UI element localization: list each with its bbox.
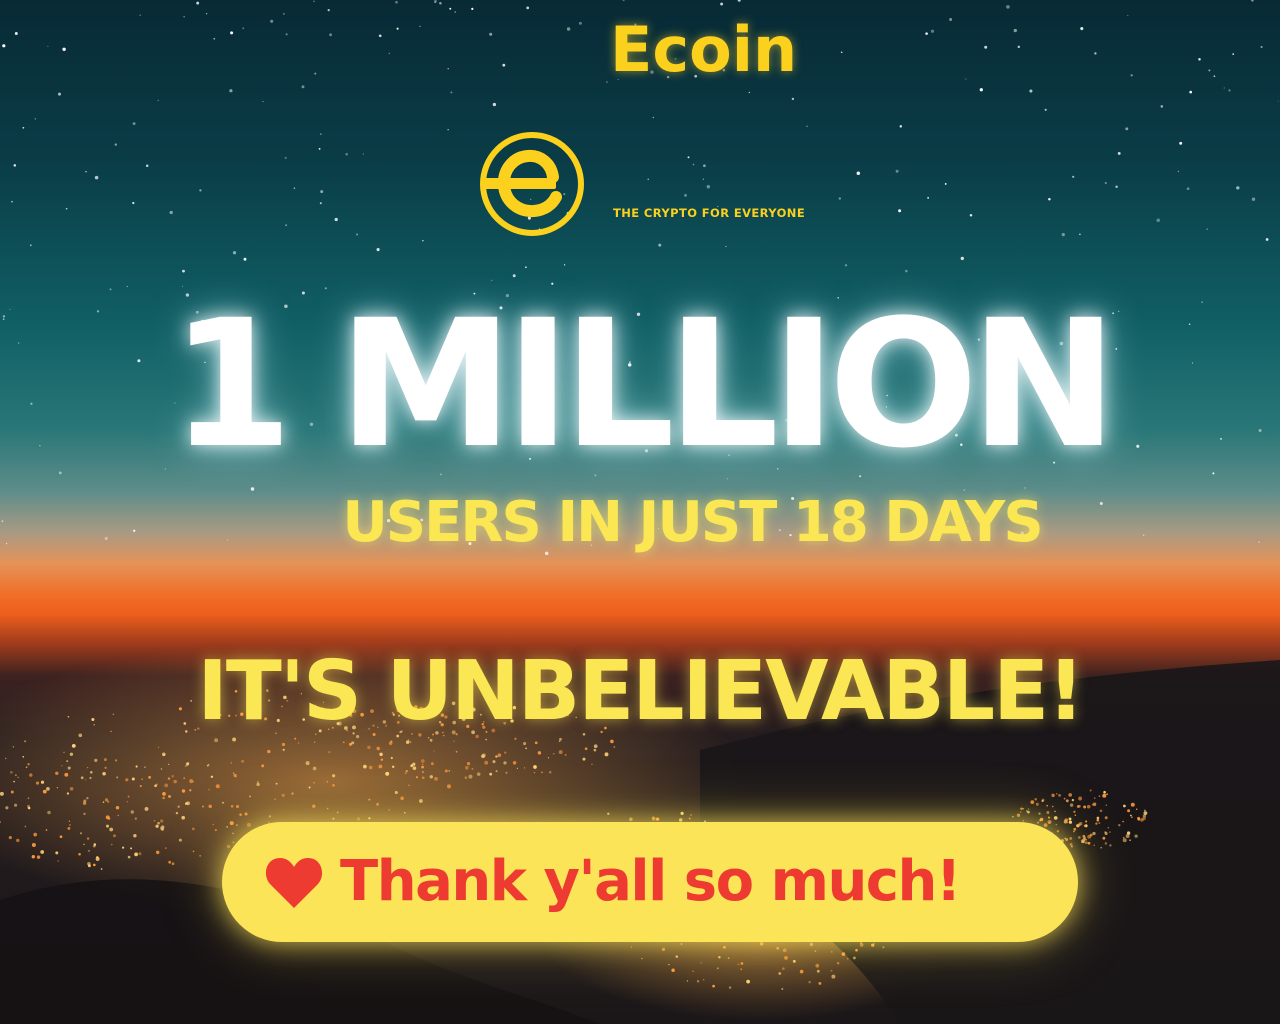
brand-tagline: THE CRYPTO FOR EVERYONE [613,206,806,220]
exclamation: IT'S UNBELIEVABLE! [197,644,1084,739]
brand-name: Ecoin [610,13,798,86]
thanks-text: Thank y'all so much! [340,849,961,914]
heart-icon [265,858,323,908]
brand-logo: Ecoin THE CRYPTO FOR EVERYONE [478,14,818,240]
subheadline: USERS IN JUST 18 DAYS [342,490,1043,555]
promo-banner: Ecoin THE CRYPTO FOR EVERYONE 1 MILLION … [0,0,1280,1024]
headline: 1 MILLION [170,282,1117,487]
ecoin-logo-icon [480,132,584,236]
thanks-pill: Thank y'all so much! [222,822,1078,942]
